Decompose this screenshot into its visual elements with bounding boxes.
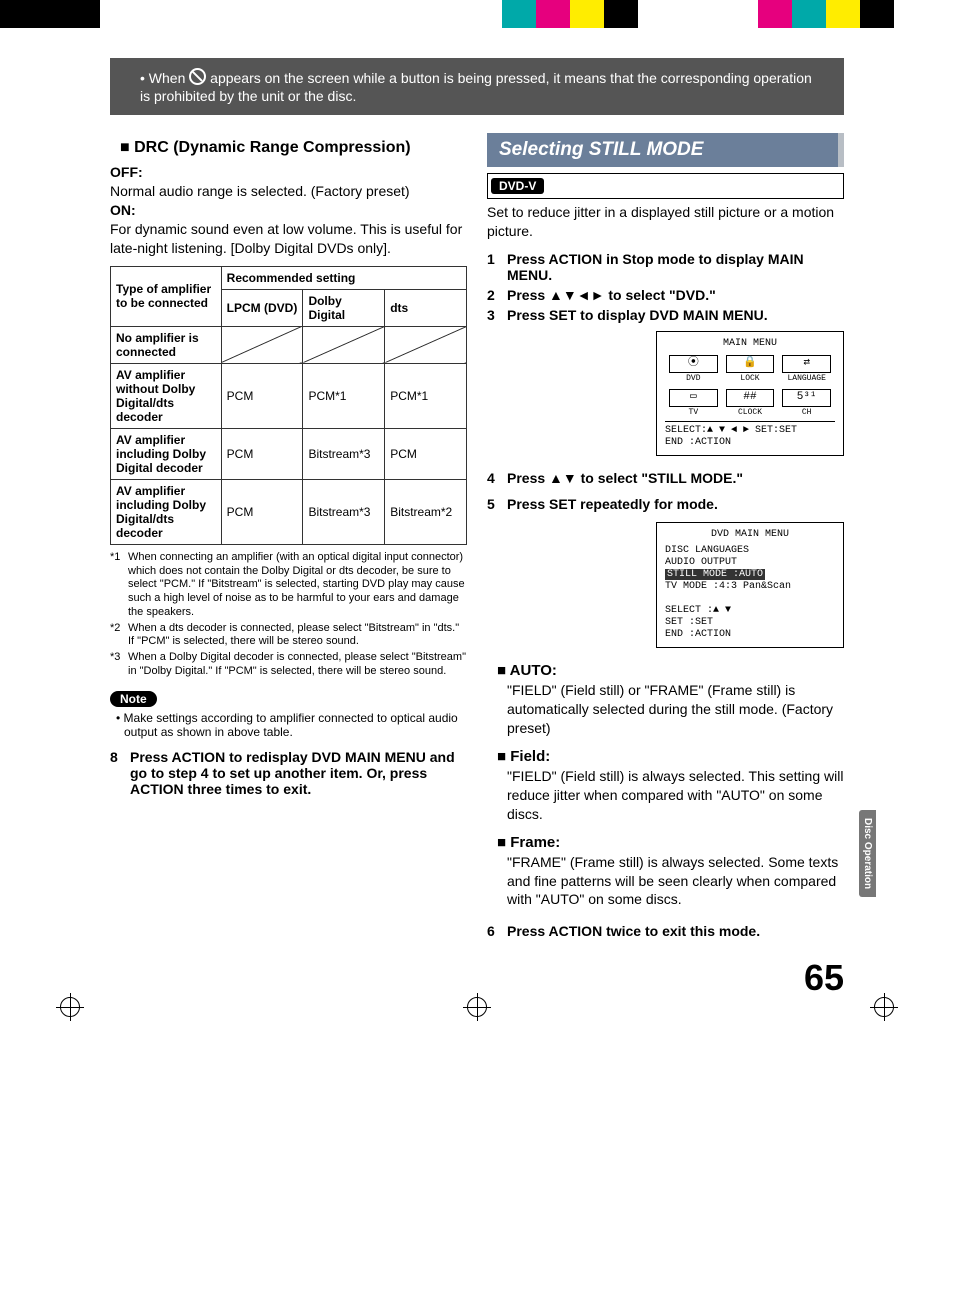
frame-heading: Frame:: [497, 834, 844, 851]
auto-heading: AUTO:: [497, 662, 844, 679]
table-row: AV amplifier including Dolby Digital/dts…: [111, 479, 467, 544]
print-color-bars: [0, 0, 954, 28]
step-2: Press ▲▼◄► to select "DVD.": [487, 287, 844, 303]
table-row: AV amplifier including Dolby Digital dec…: [111, 428, 467, 479]
on-label: ON:: [110, 202, 136, 218]
language-icon: ⇄: [782, 355, 831, 373]
note-pill: Note: [110, 691, 157, 707]
section-title: Selecting STILL MODE: [487, 133, 844, 167]
step-8: 8 Press ACTION to redisplay DVD MAIN MEN…: [110, 749, 467, 797]
frame-text: "FRAME" (Frame still) is always selected…: [507, 853, 844, 910]
prohibit-icon: [189, 68, 206, 85]
step-1: Press ACTION in Stop mode to display MAI…: [487, 251, 844, 283]
notice-bar: • When appears on the screen while a but…: [110, 58, 844, 115]
off-text: Normal audio range is selected. (Factory…: [110, 183, 410, 199]
step-4: 4 Press ▲▼ to select "STILL MODE.": [487, 470, 844, 486]
dvdv-badge: DVD-V: [491, 178, 544, 194]
dvd-icon: ⦿: [669, 355, 718, 373]
right-column: Selecting STILL MODE DVD-V Set to reduce…: [487, 133, 844, 949]
drc-heading: DRC (Dynamic Range Compression): [120, 139, 467, 157]
footnotes: *1When connecting an amplifier (with an …: [110, 551, 467, 679]
off-label: OFF:: [110, 164, 143, 180]
notice-pre: • When: [140, 70, 189, 86]
intro-text: Set to reduce jitter in a displayed stil…: [487, 203, 844, 241]
notice-post: appears on the screen while a button is …: [140, 70, 812, 104]
amplifier-table: Type of amplifier to be connected Recomm…: [110, 266, 467, 545]
th-c2: Dolby Digital: [303, 289, 385, 326]
dvdv-wrap: DVD-V: [487, 173, 844, 199]
note-text: • Make settings according to amplifier c…: [124, 711, 467, 739]
step-3: Press SET to display DVD MAIN MENU.: [487, 307, 844, 323]
osd-dvd-main-menu: DVD MAIN MENU DISC LANGUAGES AUDIO OUTPU…: [656, 522, 844, 648]
ch-icon: 5³¹: [782, 389, 831, 407]
left-column: DRC (Dynamic Range Compression) OFF: Nor…: [110, 133, 467, 949]
step-5: 5 Press SET repeatedly for mode.: [487, 496, 844, 512]
drc-body: OFF: Normal audio range is selected. (Fa…: [110, 163, 467, 257]
th-c1: LPCM (DVD): [221, 289, 303, 326]
tv-icon: ▭: [669, 389, 718, 407]
lock-icon: 🔒: [726, 355, 775, 373]
osd-main-menu: MAIN MENU ⦿DVD 🔒LOCK ⇄LANGUAGE ▭TV ##CLO…: [656, 331, 844, 456]
on-text: For dynamic sound even at low volume. Th…: [110, 221, 462, 256]
th-c3: dts: [385, 289, 467, 326]
field-text: "FIELD" (Field still) is always selected…: [507, 767, 844, 824]
th-rec: Recommended setting: [221, 266, 466, 289]
field-heading: Field:: [497, 748, 844, 765]
table-row: No amplifier is connected: [111, 326, 467, 363]
clock-icon: ##: [726, 389, 775, 407]
step-6: 6 Press ACTION twice to exit this mode.: [487, 923, 844, 939]
steps-1-3: Press ACTION in Stop mode to display MAI…: [487, 251, 844, 323]
page-number: 65: [804, 957, 844, 999]
th-type: Type of amplifier to be connected: [111, 266, 222, 326]
side-tab: Disc Operation: [859, 810, 876, 897]
registration-marks: [0, 997, 954, 1017]
table-row: AV amplifier without Dolby Digital/dts d…: [111, 363, 467, 428]
auto-text: "FIELD" (Field still) or "FRAME" (Frame …: [507, 681, 844, 738]
